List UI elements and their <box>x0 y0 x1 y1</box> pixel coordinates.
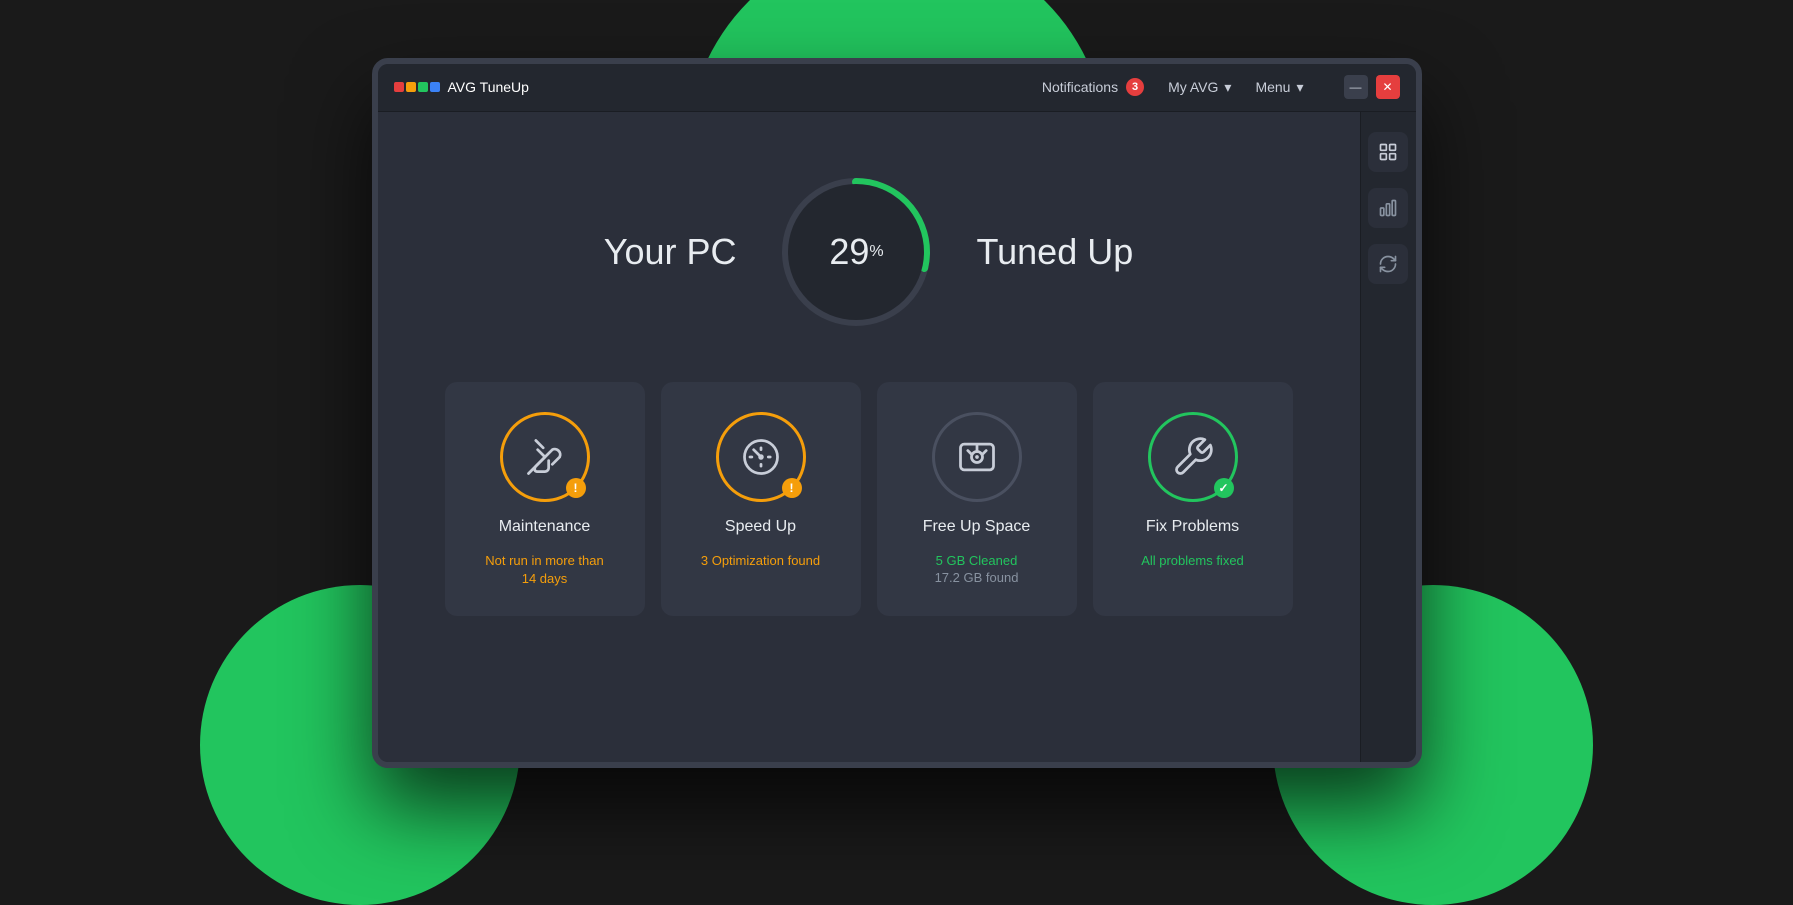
hdd-icon <box>955 435 999 479</box>
free-up-space-icon-wrapper <box>932 412 1022 502</box>
speed-up-badge: ! <box>782 478 802 498</box>
avg-logo <box>394 82 440 92</box>
main-content: Your PC 29% Tuned Up <box>378 112 1416 762</box>
broom-icon <box>523 435 567 479</box>
my-avg-button[interactable]: My AVG ▾ <box>1168 79 1231 96</box>
logo-square-red <box>394 82 404 92</box>
gauge-circle: 29% <box>776 172 936 332</box>
title-bar-actions: Notifications 3 My AVG ▾ Menu ▾ — ✕ <box>1042 75 1400 99</box>
speed-up-icon-wrapper: ! <box>716 412 806 502</box>
fix-problems-title: Fix Problems <box>1146 518 1239 536</box>
window-controls: — ✕ <box>1344 75 1400 99</box>
free-up-space-status-line2: 17.2 GB found <box>935 570 1019 585</box>
notification-badge: 3 <box>1126 78 1144 96</box>
logo-square-blue <box>430 82 440 92</box>
gauge-percent-symbol: % <box>869 243 883 261</box>
free-up-space-status-line1: 5 GB Cleaned <box>935 552 1019 570</box>
app-title: AVG TuneUp <box>448 79 529 95</box>
notifications-button[interactable]: Notifications 3 <box>1042 78 1144 96</box>
maintenance-card[interactable]: ! Maintenance Not run in more than 14 da… <box>445 382 645 616</box>
maintenance-title: Maintenance <box>499 518 591 536</box>
gauge-inner: 29% <box>788 184 924 320</box>
logo-square-orange <box>406 82 416 92</box>
free-up-space-icon-circle <box>932 412 1022 502</box>
laptop-screen: AVG TuneUp Notifications 3 My AVG ▾ Menu… <box>372 58 1422 768</box>
menu-chevron-icon: ▾ <box>1296 79 1303 96</box>
fix-problems-icon-wrapper: ✓ <box>1148 412 1238 502</box>
close-button[interactable]: ✕ <box>1376 75 1400 99</box>
my-avg-chevron-icon: ▾ <box>1224 79 1231 96</box>
gauge-right-label: Tuned Up <box>976 231 1133 273</box>
speed-up-card[interactable]: ! Speed Up 3 Optimization found <box>661 382 861 616</box>
free-up-space-status: 5 GB Cleaned 17.2 GB found <box>935 552 1019 585</box>
center-area: Your PC 29% Tuned Up <box>378 112 1360 762</box>
sidebar-chart-icon[interactable] <box>1368 188 1408 228</box>
sidebar-refresh-icon[interactable] <box>1368 244 1408 284</box>
maintenance-icon-wrapper: ! <box>500 412 590 502</box>
notifications-label: Notifications <box>1042 79 1118 95</box>
gauge-left-label: Your PC <box>604 231 737 273</box>
speed-up-status-line1: 3 Optimization found <box>701 552 820 570</box>
logo-area: AVG TuneUp <box>394 79 1042 95</box>
maintenance-badge: ! <box>566 478 586 498</box>
menu-label: Menu <box>1255 79 1290 95</box>
right-sidebar <box>1360 112 1416 762</box>
fix-problems-status: All problems fixed <box>1141 552 1244 570</box>
fix-problems-card[interactable]: ✓ Fix Problems All problems fixed <box>1093 382 1293 616</box>
speed-up-title: Speed Up <box>725 518 796 536</box>
minimize-button[interactable]: — <box>1344 75 1368 99</box>
fix-problems-status-line1: All problems fixed <box>1141 552 1244 570</box>
gauge-section: Your PC 29% Tuned Up <box>604 172 1134 332</box>
free-up-space-card[interactable]: Free Up Space 5 GB Cleaned 17.2 GB found <box>877 382 1077 616</box>
gauge-value: 29 <box>829 231 869 273</box>
speedometer-icon <box>739 435 783 479</box>
logo-square-green <box>418 82 428 92</box>
title-bar: AVG TuneUp Notifications 3 My AVG ▾ Menu… <box>378 64 1416 112</box>
menu-button[interactable]: Menu ▾ <box>1255 79 1303 96</box>
fix-problems-badge: ✓ <box>1214 478 1234 498</box>
laptop-wrapper: AVG TuneUp Notifications 3 My AVG ▾ Menu… <box>372 58 1422 768</box>
maintenance-status-line2: 14 days <box>485 570 604 588</box>
wrench-icon <box>1171 435 1215 479</box>
sidebar-grid-icon[interactable] <box>1368 132 1408 172</box>
maintenance-status: Not run in more than 14 days <box>485 552 604 588</box>
cards-section: ! Maintenance Not run in more than 14 da… <box>418 382 1320 616</box>
my-avg-label: My AVG <box>1168 79 1218 95</box>
free-up-space-title: Free Up Space <box>923 518 1031 536</box>
maintenance-status-line1: Not run in more than <box>485 552 604 570</box>
speed-up-status: 3 Optimization found <box>701 552 820 570</box>
